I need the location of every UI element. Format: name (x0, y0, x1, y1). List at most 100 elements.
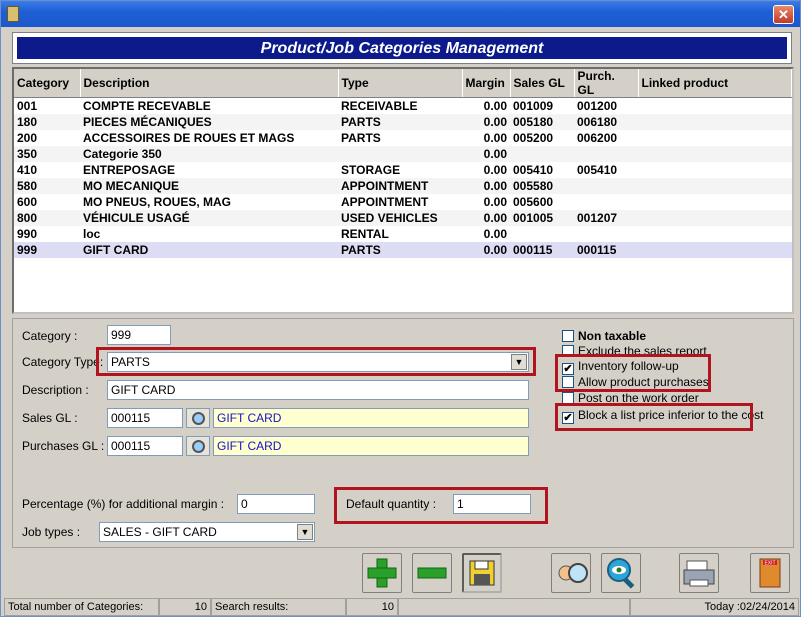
column-header[interactable]: Sales GL (510, 69, 575, 98)
table-cell: 200 (17, 130, 38, 145)
table-cell (638, 130, 792, 146)
add-icon (367, 558, 397, 588)
search-results-count: 10 (346, 598, 398, 616)
table-row[interactable]: 990 loc RENTAL 0.00 (14, 226, 792, 242)
table-cell: APPOINTMENT (341, 194, 429, 209)
table-cell: MO MECANIQUE (80, 177, 338, 194)
table-cell (510, 226, 574, 242)
table-cell: 001 (17, 98, 38, 113)
add-button[interactable] (362, 553, 402, 593)
today-date: Today :02/24/2014 (630, 598, 799, 616)
highlight-box (96, 347, 536, 376)
checkbox-box[interactable] (562, 392, 574, 403)
search-results-label: Search results: (211, 598, 346, 616)
category-label: Category : (22, 329, 78, 343)
close-button[interactable]: ✕ (773, 5, 794, 24)
table-cell: loc (83, 226, 101, 241)
table-cell: 001005 (510, 209, 574, 226)
sales-gl-description: GIFT CARD (213, 408, 529, 428)
purchases-gl-lookup-icon[interactable] (186, 436, 210, 456)
table-cell (638, 145, 792, 162)
highlight-box (334, 487, 548, 524)
app-icon (7, 6, 19, 22)
exit-button[interactable]: EXIT (750, 553, 790, 593)
table-cell: 0.00 (462, 145, 510, 162)
table-cell: 350 (14, 145, 80, 162)
table-cell: APPOINTMENT (338, 177, 462, 194)
table-cell: GIFT CARD (80, 241, 338, 258)
highlight-box (555, 403, 753, 431)
column-header[interactable]: Purch. GL (574, 69, 639, 98)
status-bar: Total number of Categories: 10 Search re… (4, 598, 799, 616)
table-cell: 006200 (577, 130, 618, 145)
search-button[interactable] (551, 553, 591, 593)
table-cell (574, 177, 638, 194)
table-cell: 005200 (513, 130, 554, 145)
table-cell: ENTREPOSAGE (83, 162, 176, 177)
table-row[interactable]: 350 Categorie 350 0.00 (14, 145, 792, 162)
table-cell: 0.00 (483, 98, 507, 113)
table-cell: 001207 (574, 209, 638, 226)
table-row[interactable]: 200 ACCESSOIRES DE ROUES ET MAGS PARTS 0.00… (14, 130, 792, 146)
exit-door-icon: EXIT (759, 558, 781, 588)
table-row[interactable]: 001 COMPTE RECEVABLE RECEIVABLE 0.00 001009 0… (14, 98, 792, 114)
table-cell: 005410 (513, 162, 554, 177)
status-spacer (398, 598, 630, 616)
description-field[interactable]: GIFT CARD (107, 380, 529, 400)
category-field[interactable]: 999 (107, 325, 171, 345)
page-title: Product/Job Categories Management (17, 37, 787, 59)
table-cell: 580 (14, 177, 80, 194)
table-cell: 005410 (577, 162, 618, 177)
margin-field[interactable]: 0 (237, 494, 315, 514)
table-cell: 0.00 (483, 162, 507, 177)
table-cell (638, 113, 792, 130)
table-cell: 600 (17, 194, 38, 209)
print-button[interactable] (679, 553, 719, 593)
chevron-down-icon[interactable]: ▼ (297, 524, 313, 540)
table-cell: 000115 (574, 241, 638, 258)
table-row[interactable]: 180 PIECES MÉCANIQUES PARTS 0.00 005180 00618… (14, 113, 792, 130)
post-work-order-checkbox[interactable]: Post on the work order (562, 391, 699, 403)
checkbox-box[interactable] (562, 330, 574, 342)
job-types-value: SALES - GIFT CARD (103, 525, 217, 539)
categories-grid[interactable]: Category Description Type Margin Sales G… (12, 67, 794, 314)
printer-icon (683, 560, 715, 587)
job-types-select[interactable]: SALES - GIFT CARD ▼ (99, 522, 315, 542)
save-button[interactable] (462, 553, 502, 593)
table-row[interactable]: 580 MO MECANIQUE APPOINTMENT 0.00 005580 (14, 177, 792, 194)
description-label: Description : (22, 383, 89, 397)
sales-gl-field[interactable]: 000115 (107, 408, 183, 428)
table-cell: 0.00 (483, 194, 507, 209)
highlight-box (555, 354, 711, 392)
table-cell: PARTS (338, 113, 462, 130)
zoom-eye-icon (607, 558, 635, 589)
table-cell: RECEIVABLE (341, 98, 418, 113)
table-row[interactable]: 800 VÉHICULE USAGÉ USED VEHICLES 0.00 001005… (14, 209, 792, 226)
table-cell: ACCESSOIRES DE ROUES ET MAGS (83, 130, 295, 145)
table-cell: 001009 (513, 98, 554, 113)
table-row[interactable]: 410 ENTREPOSAGE STORAGE 0.00 005410 005410 (14, 162, 792, 178)
table-cell (510, 145, 574, 162)
column-header[interactable]: Description (80, 69, 339, 98)
column-header[interactable]: Type (338, 69, 463, 98)
table-row[interactable]: 999 GIFT CARD PARTS 0.00 000115 000115 (14, 241, 792, 258)
column-header[interactable]: Margin (462, 69, 511, 98)
remove-button[interactable] (412, 553, 452, 593)
non-taxable-checkbox[interactable]: Non taxable (562, 329, 646, 345)
table-cell: 006180 (574, 113, 638, 130)
table-cell: 0.00 (462, 241, 510, 258)
table-cell: PIECES MÉCANIQUES (80, 113, 338, 130)
table-row[interactable]: 600 MO PNEUS, ROUES, MAG APPOINTMENT 0.00 00… (14, 194, 792, 210)
purchases-gl-field[interactable]: 000115 (107, 436, 183, 456)
search-person-icon (558, 563, 588, 583)
column-header[interactable]: Category (14, 69, 81, 98)
table-cell: PARTS (338, 241, 462, 258)
purchases-gl-description: GIFT CARD (213, 436, 529, 456)
table-cell (638, 241, 792, 258)
column-header[interactable]: Linked product (638, 69, 792, 98)
table-cell: 0.00 (483, 130, 507, 145)
sales-gl-lookup-icon[interactable] (186, 408, 210, 428)
table-cell (638, 226, 792, 242)
table-cell (574, 194, 638, 210)
zoom-button[interactable] (601, 553, 641, 593)
